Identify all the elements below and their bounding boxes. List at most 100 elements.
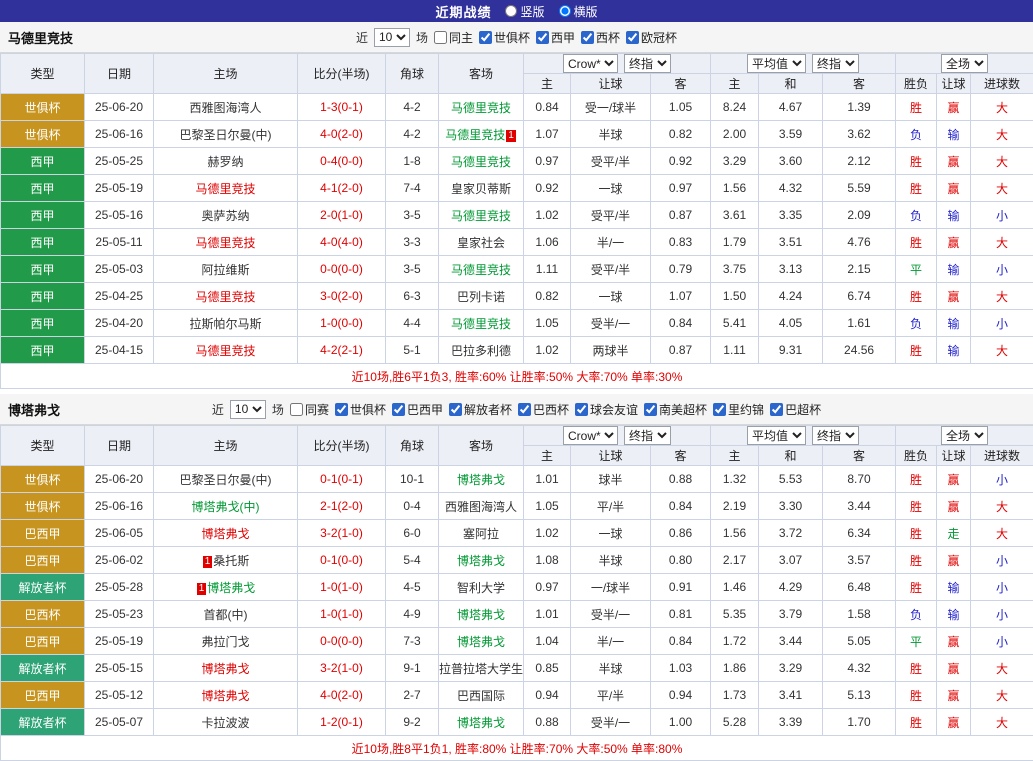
away-team[interactable]: 智利大学	[439, 574, 524, 601]
league-filter-checkbox-7-input[interactable]	[770, 403, 783, 416]
score[interactable]: 4-0(2-0)	[298, 682, 386, 709]
away-team[interactable]: 马德里竞技	[439, 94, 524, 121]
euro-odds-type-select[interactable]: 终指	[812, 426, 859, 445]
asian-odds-type-select[interactable]: 终指	[624, 426, 671, 445]
league-filter-checkbox-0[interactable]: 世俱杯	[335, 401, 386, 418]
score[interactable]: 1-0(1-0)	[298, 574, 386, 601]
league-filter-checkbox-3[interactable]: 巴西杯	[518, 401, 569, 418]
same-filter-checkbox-input[interactable]	[290, 403, 303, 416]
match-count-select[interactable]: 10	[374, 28, 410, 47]
score[interactable]: 4-2(2-1)	[298, 337, 386, 364]
home-team[interactable]: 巴黎圣日尔曼(中)	[154, 121, 298, 148]
odds-company-select[interactable]: Crow*	[563, 426, 618, 445]
score[interactable]: 0-4(0-0)	[298, 148, 386, 175]
score[interactable]: 4-0(2-0)	[298, 121, 386, 148]
home-team[interactable]: 赫罗纳	[154, 148, 298, 175]
asian-odds-type-select[interactable]: 终指	[624, 54, 671, 73]
home-team[interactable]: 博塔弗戈	[154, 682, 298, 709]
euro-odds-company-select[interactable]: 平均值	[747, 54, 806, 73]
league-filter-checkbox-0-input[interactable]	[479, 31, 492, 44]
score[interactable]: 2-1(2-0)	[298, 493, 386, 520]
team-name[interactable]: 博塔弗戈	[8, 400, 60, 419]
league-filter-checkbox-4[interactable]: 球会友谊	[575, 401, 638, 418]
home-team[interactable]: 1博塔弗戈	[154, 574, 298, 601]
league-filter-checkbox-2-input[interactable]	[449, 403, 462, 416]
away-team[interactable]: 皇家社会	[439, 229, 524, 256]
league-filter-checkbox-7[interactable]: 巴超杯	[770, 401, 821, 418]
league-filter-checkbox-5-input[interactable]	[644, 403, 657, 416]
away-team[interactable]: 博塔弗戈	[439, 466, 524, 493]
home-team[interactable]: 弗拉门戈	[154, 628, 298, 655]
away-team[interactable]: 巴列卡诺	[439, 283, 524, 310]
away-team[interactable]: 拉普拉塔大学生	[439, 655, 524, 682]
score[interactable]: 3-0(2-0)	[298, 283, 386, 310]
league-filter-checkbox-2[interactable]: 解放者杯	[449, 401, 512, 418]
odds-company-select[interactable]: Crow*	[563, 54, 618, 73]
league-filter-checkbox-1-input[interactable]	[536, 31, 549, 44]
same-filter-checkbox-input[interactable]	[434, 31, 447, 44]
score[interactable]: 1-2(0-1)	[298, 709, 386, 736]
score[interactable]: 1-0(0-0)	[298, 310, 386, 337]
away-team[interactable]: 马德里竞技	[439, 202, 524, 229]
score[interactable]: 0-1(0-0)	[298, 547, 386, 574]
scope-select[interactable]: 全场	[941, 426, 988, 445]
away-team[interactable]: 巴西国际	[439, 682, 524, 709]
league-filter-checkbox-0-input[interactable]	[335, 403, 348, 416]
score[interactable]: 1-3(0-1)	[298, 94, 386, 121]
home-team[interactable]: 博塔弗戈	[154, 655, 298, 682]
same-filter-checkbox[interactable]: 同主	[434, 29, 473, 46]
league-filter-checkbox-2[interactable]: 西杯	[581, 29, 620, 46]
scope-select[interactable]: 全场	[941, 54, 988, 73]
match-count-select[interactable]: 10	[230, 400, 266, 419]
league-filter-checkbox-1[interactable]: 巴西甲	[392, 401, 443, 418]
away-team[interactable]: 巴拉多利德	[439, 337, 524, 364]
away-team[interactable]: 皇家贝蒂斯	[439, 175, 524, 202]
score[interactable]: 0-1(0-1)	[298, 466, 386, 493]
layout-radio-vertical[interactable]: 竖版	[505, 3, 544, 20]
away-team[interactable]: 博塔弗戈	[439, 709, 524, 736]
league-filter-checkbox-3[interactable]: 欧冠杯	[626, 29, 677, 46]
league-filter-checkbox-6-input[interactable]	[713, 403, 726, 416]
home-team[interactable]: 巴黎圣日尔曼(中)	[154, 466, 298, 493]
away-team[interactable]: 博塔弗戈	[439, 628, 524, 655]
league-filter-checkbox-6[interactable]: 里约锦	[713, 401, 764, 418]
away-team[interactable]: 博塔弗戈	[439, 547, 524, 574]
away-team[interactable]: 西雅图海湾人	[439, 493, 524, 520]
home-team[interactable]: 马德里竞技	[154, 283, 298, 310]
score[interactable]: 1-0(1-0)	[298, 601, 386, 628]
away-team[interactable]: 马德里竞技	[439, 310, 524, 337]
same-filter-checkbox[interactable]: 同赛	[290, 401, 329, 418]
home-team[interactable]: 拉斯帕尔马斯	[154, 310, 298, 337]
vertical-radio-input[interactable]	[505, 5, 517, 17]
home-team[interactable]: 马德里竞技	[154, 229, 298, 256]
home-team[interactable]: 马德里竞技	[154, 337, 298, 364]
league-filter-checkbox-3-input[interactable]	[518, 403, 531, 416]
league-filter-checkbox-1-input[interactable]	[392, 403, 405, 416]
home-team[interactable]: 马德里竞技	[154, 175, 298, 202]
away-team[interactable]: 马德里竞技	[439, 148, 524, 175]
home-team[interactable]: 1桑托斯	[154, 547, 298, 574]
euro-odds-company-select[interactable]: 平均值	[747, 426, 806, 445]
home-team[interactable]: 西雅图海湾人	[154, 94, 298, 121]
league-filter-checkbox-5[interactable]: 南美超杯	[644, 401, 707, 418]
home-team[interactable]: 阿拉维斯	[154, 256, 298, 283]
horizontal-radio-input[interactable]	[559, 5, 571, 17]
home-team[interactable]: 奥萨苏纳	[154, 202, 298, 229]
league-filter-checkbox-4-input[interactable]	[575, 403, 588, 416]
score[interactable]: 0-0(0-0)	[298, 256, 386, 283]
league-filter-checkbox-1[interactable]: 西甲	[536, 29, 575, 46]
home-team[interactable]: 博塔弗戈	[154, 520, 298, 547]
layout-radio-horizontal[interactable]: 横版	[559, 3, 598, 20]
home-team[interactable]: 首都(中)	[154, 601, 298, 628]
league-filter-checkbox-0[interactable]: 世俱杯	[479, 29, 530, 46]
home-team[interactable]: 卡拉波波	[154, 709, 298, 736]
league-filter-checkbox-2-input[interactable]	[581, 31, 594, 44]
team-name[interactable]: 马德里竞技	[8, 28, 73, 47]
away-team[interactable]: 塞阿拉	[439, 520, 524, 547]
away-team[interactable]: 博塔弗戈	[439, 601, 524, 628]
score[interactable]: 4-0(4-0)	[298, 229, 386, 256]
score[interactable]: 4-1(2-0)	[298, 175, 386, 202]
euro-odds-type-select[interactable]: 终指	[812, 54, 859, 73]
away-team[interactable]: 马德里竞技	[439, 256, 524, 283]
score[interactable]: 2-0(1-0)	[298, 202, 386, 229]
